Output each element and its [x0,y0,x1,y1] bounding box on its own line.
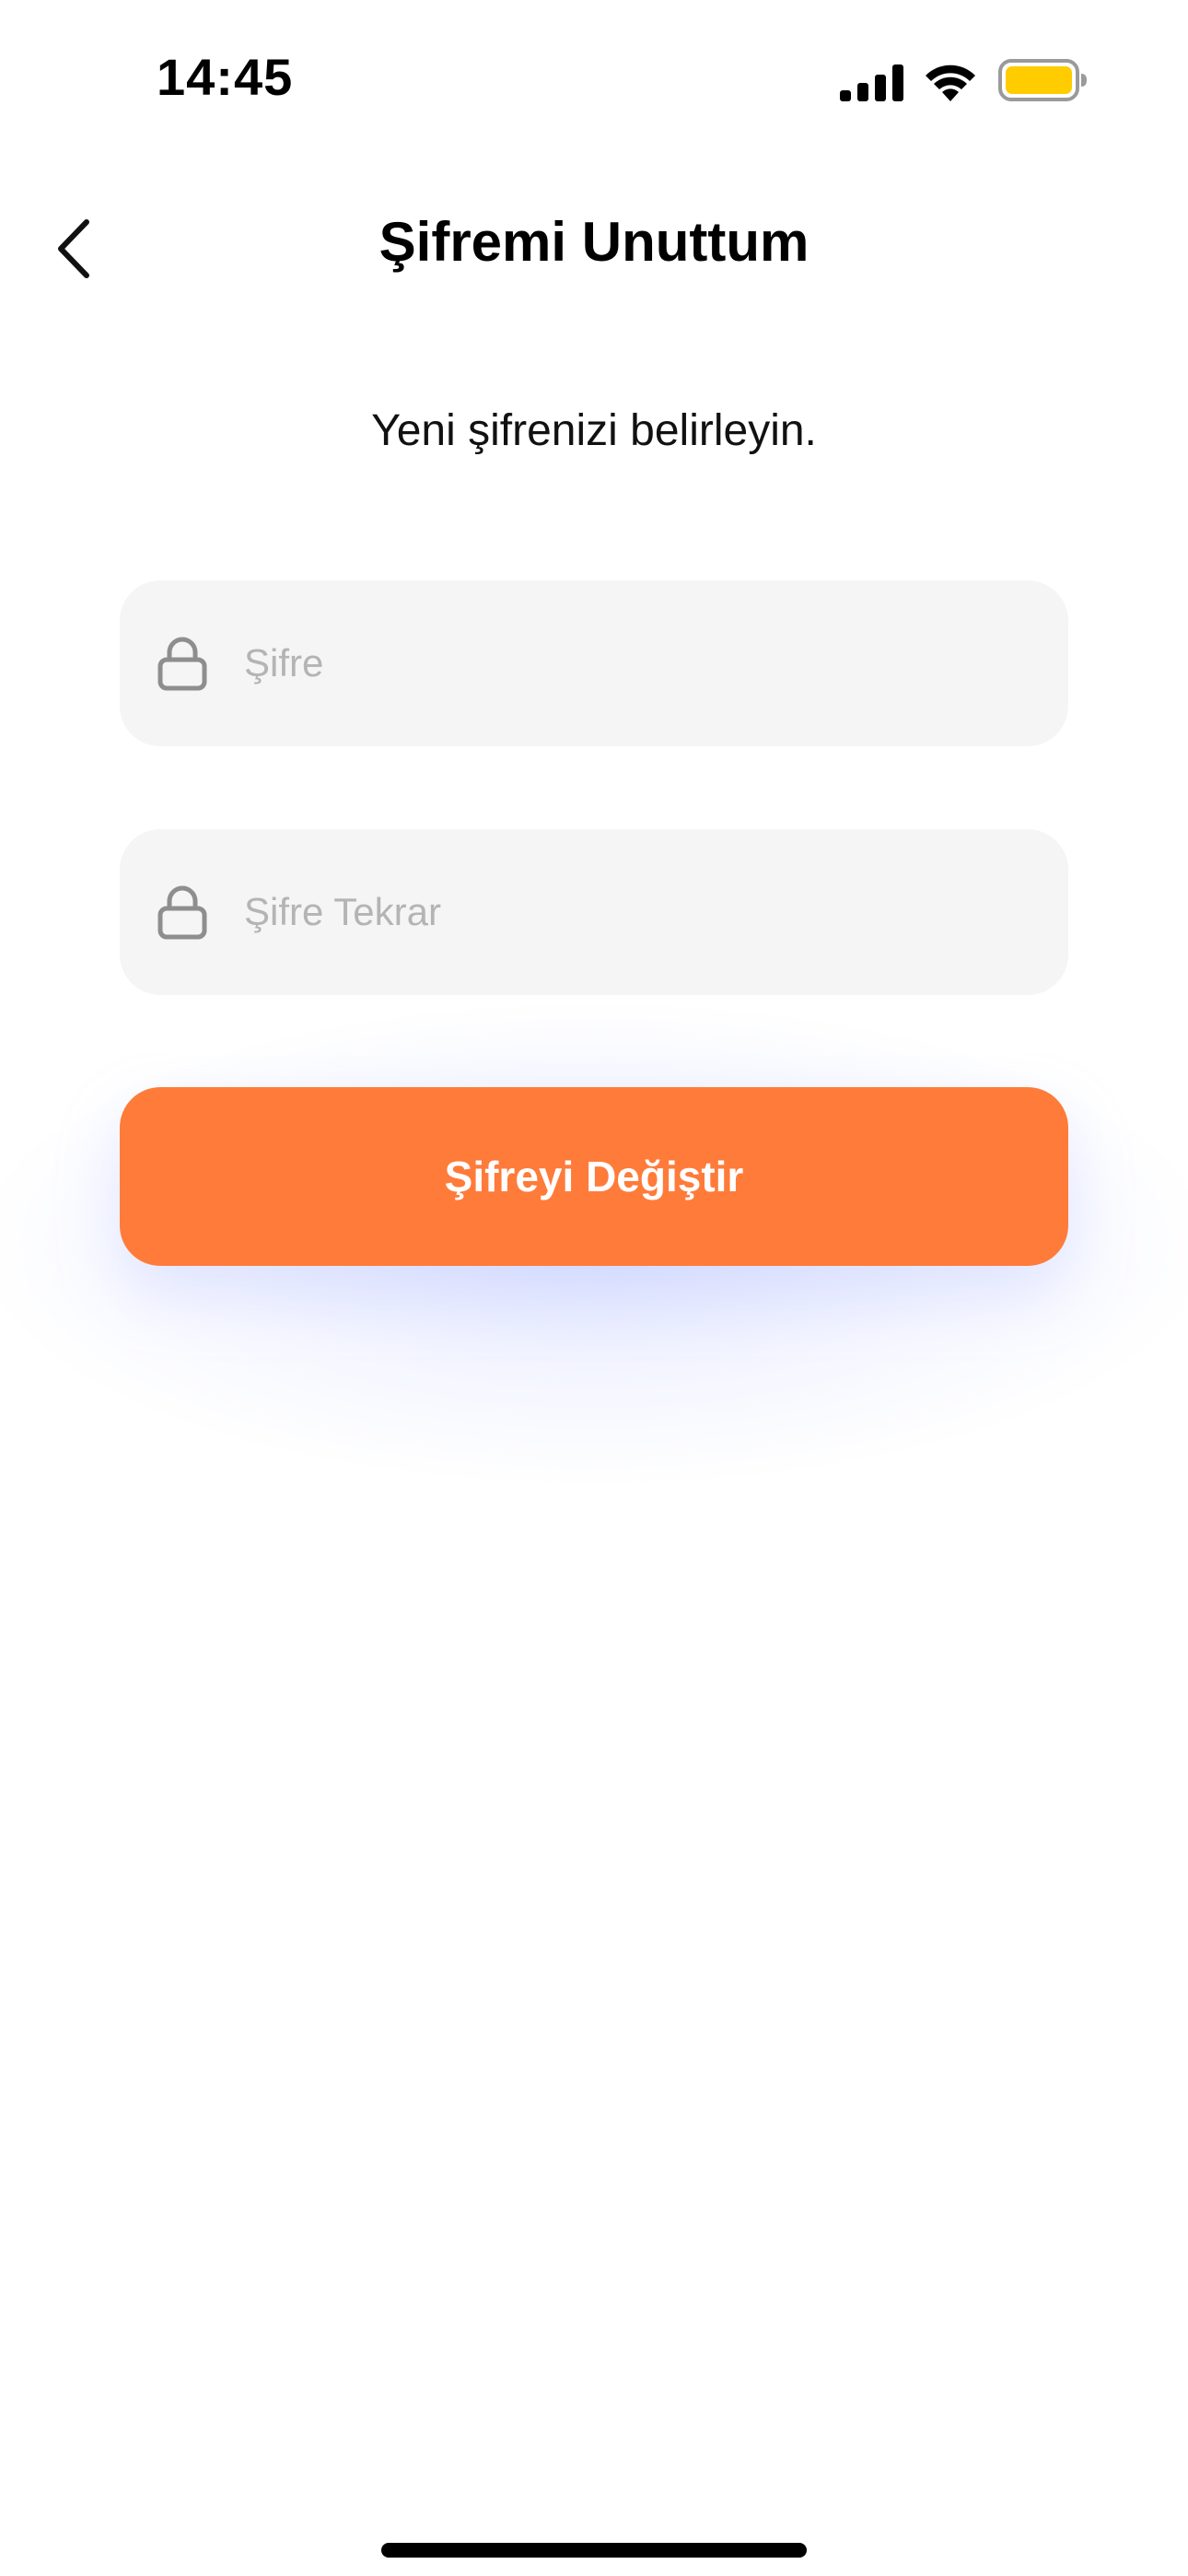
status-icons [840,57,1089,105]
navigation-bar: Şifremi Unuttum [0,184,1188,304]
page-title: Şifremi Unuttum [379,211,809,273]
password-input[interactable] [244,580,1036,746]
lock-icon [157,885,207,940]
status-bar: 14:45 [0,0,1188,157]
home-indicator [381,2543,807,2558]
lock-icon [157,637,207,691]
password-repeat-input[interactable] [244,829,1036,995]
battery-icon [998,59,1087,101]
password-repeat-field[interactable] [120,829,1068,995]
wifi-icon [926,64,975,101]
change-password-button[interactable]: Şifreyi Değiştir [120,1087,1068,1266]
subtitle: Yeni şifrenizi belirleyin. [371,406,817,455]
password-field[interactable] [120,580,1068,746]
status-time: 14:45 [157,48,294,106]
signal-icon [840,64,903,101]
